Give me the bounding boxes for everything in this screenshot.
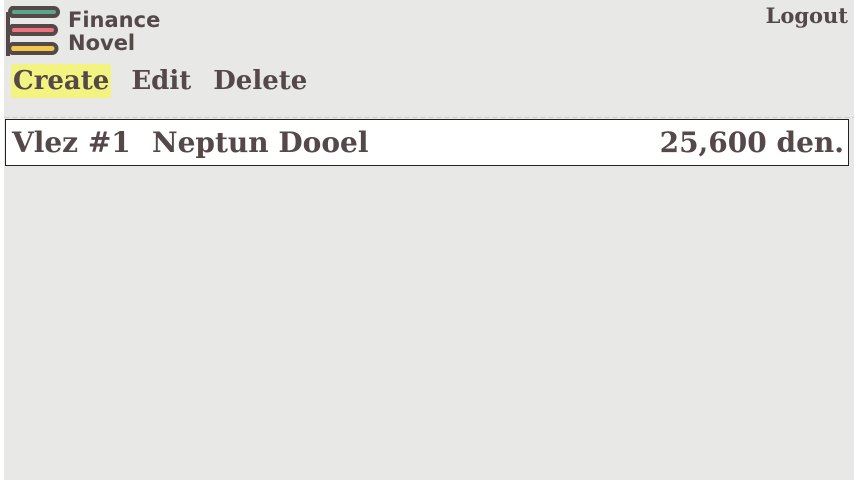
table-row[interactable]: Vlez #1 Neptun Dooel 25,600 den. — [5, 119, 849, 166]
books-stack-icon — [6, 6, 60, 56]
brand-line-1: Finance — [68, 8, 161, 32]
nav-delete[interactable]: Delete — [211, 64, 309, 98]
action-nav: Create Edit Delete — [11, 64, 309, 98]
nav-edit[interactable]: Edit — [129, 64, 193, 98]
app-window: Finance Novel Logout Create Edit Delete … — [4, 0, 854, 480]
brand-name: Finance Novel — [68, 9, 160, 55]
brand-line-2: Novel — [68, 31, 136, 55]
row-name: Neptun Dooel — [152, 126, 369, 159]
row-amount: 25,600 den. — [659, 126, 844, 159]
divider — [4, 117, 854, 118]
nav-create[interactable]: Create — [11, 64, 112, 98]
row-id: Vlez #1 — [12, 126, 131, 159]
logout-link[interactable]: Logout — [766, 3, 848, 28]
